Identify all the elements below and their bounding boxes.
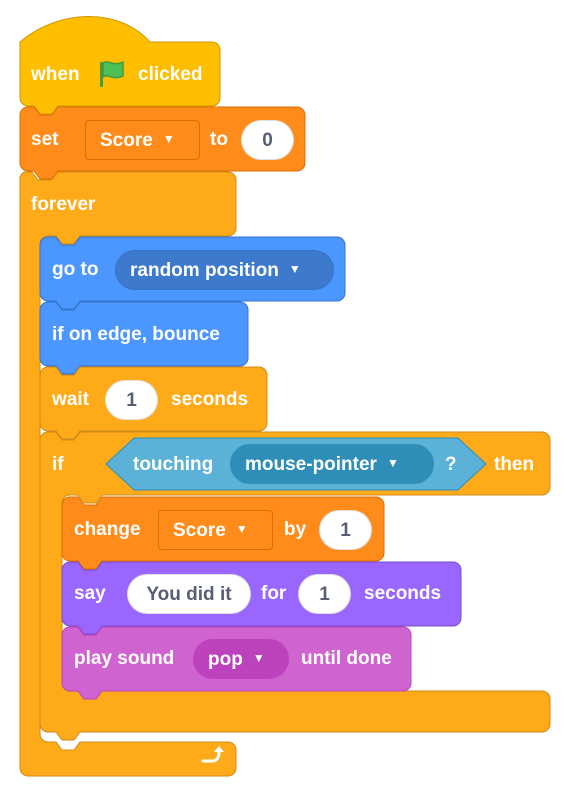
scripts-area: when clicked set Score ▼ to 0 forever go … [0, 0, 570, 796]
chevron-down-icon: ▼ [288, 262, 301, 276]
sound-dropdown[interactable]: pop ▼ [193, 639, 289, 679]
touching-object-value: mouse-pointer [245, 454, 377, 476]
if-label: if [52, 454, 64, 475]
wait-seconds-input[interactable]: 1 [105, 380, 158, 420]
green-flag-icon [100, 60, 124, 87]
wait-label: wait [52, 389, 89, 410]
change-variable-dropdown[interactable]: Score ▼ [158, 510, 273, 550]
chevron-down-icon: ▼ [235, 522, 248, 536]
sound-dropdown-value: pop [208, 649, 243, 671]
to-label: to [210, 129, 228, 150]
when-label: when [31, 64, 80, 85]
say-label: say [74, 583, 106, 604]
seconds-label: seconds [171, 389, 249, 410]
then-label: then [494, 454, 535, 475]
go-to-target-dropdown[interactable]: random position ▼ [115, 250, 334, 290]
variable-dropdown[interactable]: Score ▼ [85, 120, 200, 160]
variable-dropdown-value: Score [100, 130, 153, 152]
set-label: set [31, 129, 59, 150]
chevron-down-icon: ▼ [252, 651, 265, 665]
chevron-down-icon: ▼ [386, 456, 399, 470]
touching-object-dropdown[interactable]: mouse-pointer ▼ [230, 444, 434, 484]
go-to-label: go to [52, 259, 99, 280]
chevron-down-icon: ▼ [162, 132, 175, 146]
say-message-input[interactable]: You did it [127, 574, 251, 614]
clicked-label: clicked [138, 64, 203, 85]
say-seconds-input[interactable]: 1 [298, 574, 351, 614]
change-variable-value: Score [173, 520, 226, 542]
say-seconds-label: seconds [364, 583, 442, 604]
bounce-label: if on edge, bounce [52, 324, 220, 345]
change-label: change [74, 519, 141, 540]
forever-label: forever [31, 194, 96, 215]
until-done-label: until done [301, 648, 392, 669]
touching-label: touching [133, 454, 214, 475]
for-label: for [261, 583, 287, 604]
set-value-input[interactable]: 0 [241, 120, 294, 160]
by-label: by [284, 519, 307, 540]
play-sound-label: play sound [74, 648, 175, 669]
loop-arrow-icon [201, 746, 224, 763]
go-to-target-value: random position [130, 260, 279, 282]
change-value-input[interactable]: 1 [319, 510, 372, 550]
question-mark-label: ? [445, 454, 457, 475]
